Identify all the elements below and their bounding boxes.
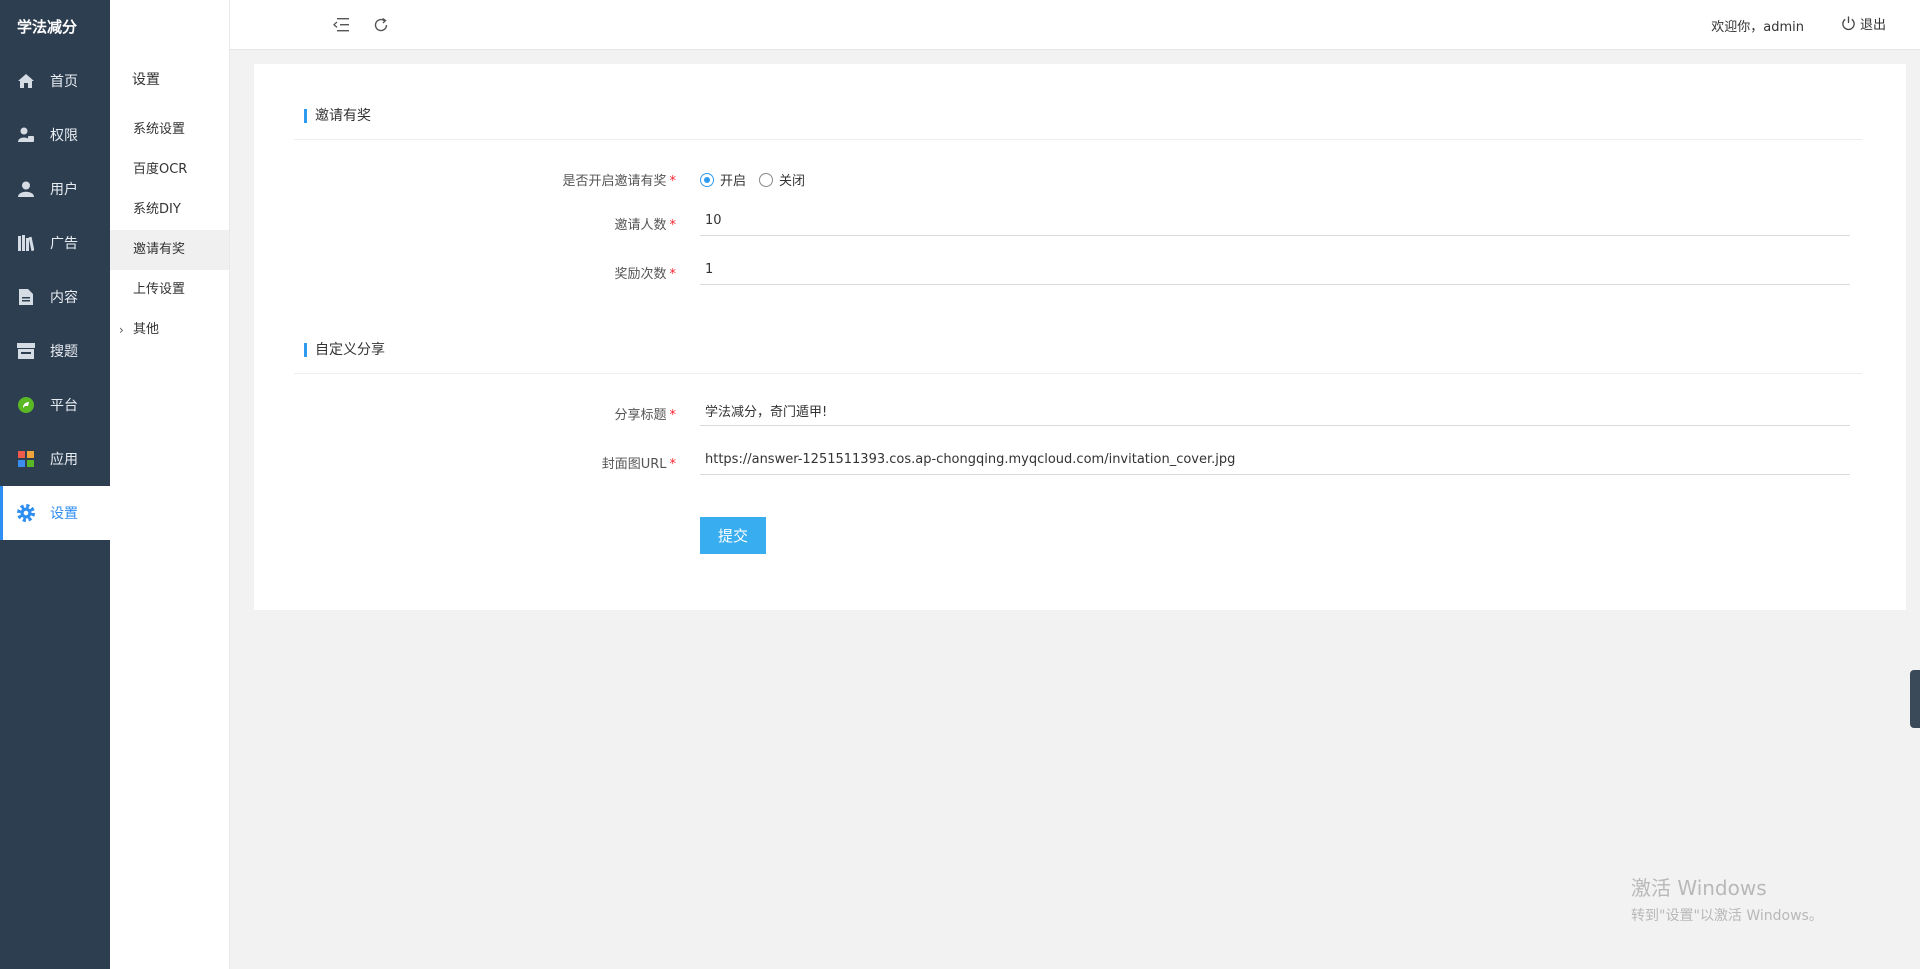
radio-enable-on[interactable]: 开启 bbox=[700, 170, 746, 189]
store-icon bbox=[17, 342, 35, 360]
settings-submenu: 设置 系统设置 百度OCR 系统DIY 邀请有奖 上传设置 › 其他 bbox=[110, 0, 230, 969]
submenu-item-invite-reward[interactable]: 邀请有奖 bbox=[110, 230, 229, 270]
radio-label: 开启 bbox=[720, 174, 747, 189]
books-icon bbox=[17, 234, 35, 252]
side-floating-widget[interactable] bbox=[1910, 670, 1920, 728]
reward-times-input[interactable] bbox=[700, 255, 1850, 285]
required-mark: * bbox=[669, 174, 677, 189]
enable-invite-label: 是否开启邀请有奖 * bbox=[464, 170, 676, 189]
submenu-item-baidu-ocr[interactable]: 百度OCR bbox=[110, 150, 229, 190]
gear-icon bbox=[17, 504, 35, 522]
logout-button[interactable]: 退出 bbox=[1841, 14, 1886, 33]
apps-icon bbox=[17, 450, 35, 468]
label-text: 奖励次数 bbox=[614, 267, 667, 282]
platform-icon bbox=[17, 396, 35, 414]
windows-activation-watermark: 激活 Windows 转到"设置"以激活 Windows。 bbox=[1631, 872, 1823, 925]
power-icon bbox=[1842, 16, 1855, 31]
label-text: 封面图URL bbox=[601, 457, 667, 472]
sidebar-item-apps[interactable]: 应用 bbox=[0, 432, 110, 486]
label-text: 邀请人数 bbox=[614, 218, 667, 233]
sidebar-item-content[interactable]: 内容 bbox=[0, 270, 110, 324]
share-title-input[interactable] bbox=[700, 396, 1850, 426]
submenu-item-system-settings[interactable]: 系统设置 bbox=[110, 110, 229, 150]
home-icon bbox=[17, 72, 35, 90]
sidebar-item-label: 用户 bbox=[50, 182, 78, 198]
label-text: 是否开启邀请有奖 bbox=[562, 174, 667, 189]
submenu-item-other[interactable]: › 其他 bbox=[110, 310, 229, 350]
sidebar-item-ads[interactable]: 广告 bbox=[0, 216, 110, 270]
collapse-menu-icon[interactable] bbox=[330, 14, 352, 36]
radio-circle bbox=[700, 172, 714, 187]
radio-enable-off[interactable]: 关闭 bbox=[759, 170, 805, 189]
sidebar-item-label: 设置 bbox=[50, 506, 78, 522]
reward-times-label: 奖励次数 * bbox=[464, 263, 676, 282]
sidebar-item-label: 搜题 bbox=[50, 344, 78, 360]
section-title-invite: 邀请有奖 bbox=[304, 106, 371, 126]
required-mark: * bbox=[669, 408, 677, 423]
enable-invite-radio-group: 开启 关闭 bbox=[700, 170, 818, 189]
share-title-label: 分享标题 * bbox=[464, 404, 676, 423]
submenu-title: 设置 bbox=[132, 72, 160, 88]
app-logo: 学法减分 bbox=[17, 18, 78, 36]
sidebar-item-label: 应用 bbox=[50, 452, 78, 468]
main-sidebar: 学法减分 首页 权限 用户 广告 内容 搜题 平台 应用 设置 bbox=[0, 0, 110, 969]
top-header: 欢迎你，admin 退出 bbox=[230, 0, 1920, 50]
label-text: 分享标题 bbox=[614, 408, 667, 423]
cover-url-label: 封面图URL * bbox=[464, 453, 676, 472]
radio-label: 关闭 bbox=[779, 174, 806, 189]
sidebar-item-label: 内容 bbox=[50, 290, 78, 306]
submenu-item-upload-settings[interactable]: 上传设置 bbox=[110, 270, 229, 310]
sidebar-item-permission[interactable]: 权限 bbox=[0, 108, 110, 162]
cover-url-input[interactable] bbox=[700, 445, 1850, 475]
sidebar-item-platform[interactable]: 平台 bbox=[0, 378, 110, 432]
invite-count-input[interactable] bbox=[700, 206, 1850, 236]
required-mark: * bbox=[669, 218, 677, 233]
required-mark: * bbox=[669, 457, 677, 472]
watermark-line2: 转到"设置"以激活 Windows。 bbox=[1631, 908, 1823, 924]
sidebar-item-label: 平台 bbox=[50, 398, 78, 414]
logout-label: 退出 bbox=[1859, 18, 1886, 33]
sidebar-item-settings[interactable]: 设置 bbox=[0, 486, 110, 540]
document-icon bbox=[17, 288, 35, 306]
watermark-line1: 激活 Windows bbox=[1631, 876, 1767, 900]
section-title-share: 自定义分享 bbox=[304, 340, 385, 360]
chevron-right-icon: › bbox=[119, 323, 124, 337]
submenu-item-system-diy[interactable]: 系统DIY bbox=[110, 190, 229, 230]
sidebar-item-label: 首页 bbox=[50, 74, 78, 90]
sidebar-item-label: 权限 bbox=[50, 128, 78, 144]
section-divider bbox=[294, 139, 1862, 140]
sidebar-item-label: 广告 bbox=[50, 236, 78, 252]
settings-panel: 邀请有奖 是否开启邀请有奖* 开启 关闭 邀请人数* 奖励次数* 自定义分享 分… bbox=[254, 64, 1906, 610]
sidebar-item-search-questions[interactable]: 搜题 bbox=[0, 324, 110, 378]
welcome-text: 欢迎你，admin bbox=[1711, 20, 1804, 35]
user-lock-icon bbox=[17, 126, 35, 144]
submit-button[interactable]: 提交 bbox=[700, 517, 766, 554]
invite-count-label: 邀请人数 * bbox=[464, 214, 676, 233]
refresh-icon[interactable] bbox=[370, 14, 392, 36]
sidebar-item-users[interactable]: 用户 bbox=[0, 162, 110, 216]
radio-circle bbox=[759, 172, 774, 187]
section-divider bbox=[294, 373, 1862, 374]
required-mark: * bbox=[669, 267, 677, 282]
user-icon bbox=[17, 180, 35, 198]
submenu-item-label: 其他 bbox=[133, 322, 160, 337]
sidebar-item-home[interactable]: 首页 bbox=[0, 54, 110, 108]
